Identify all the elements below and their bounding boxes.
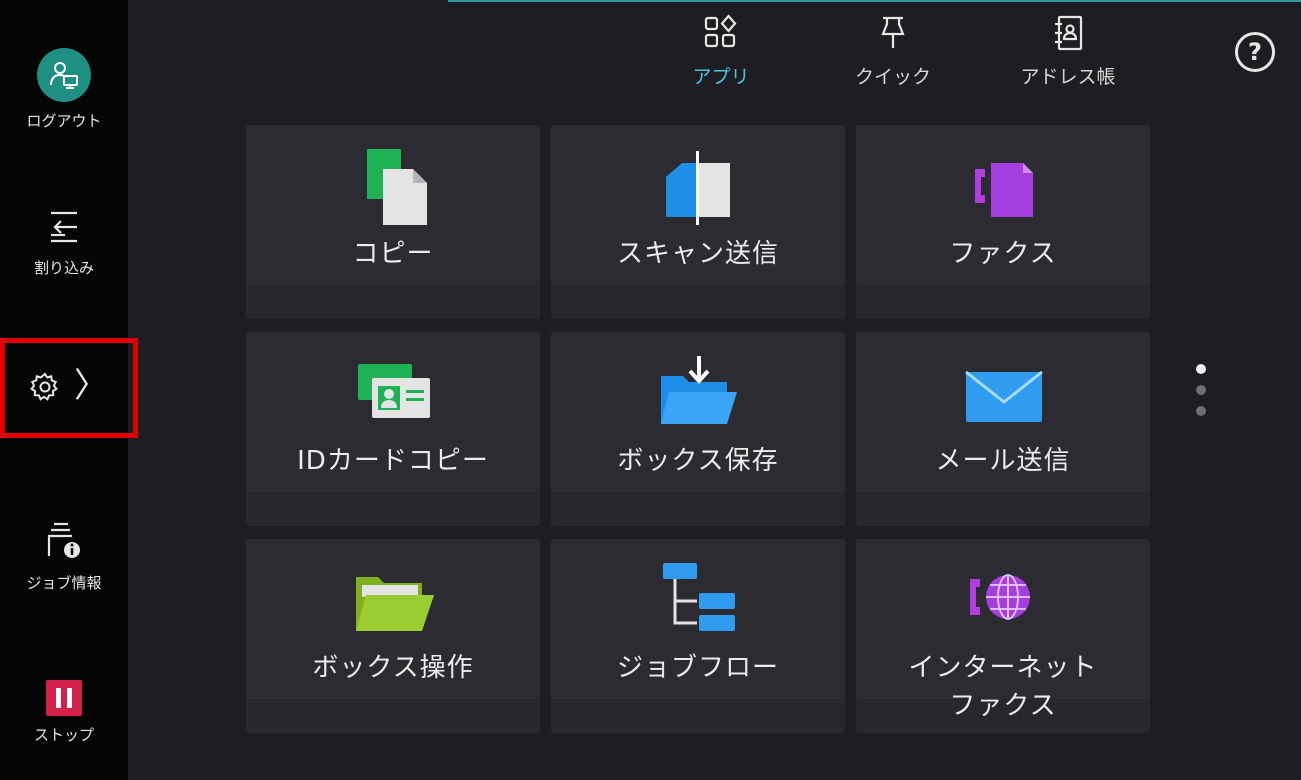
tile-box-save-label: ボックス保存 (617, 446, 779, 476)
tile-copy-label: コピー (352, 239, 434, 269)
copy-icon (246, 147, 540, 225)
tile-mail-send-label: メール送信 (935, 446, 1071, 476)
app-screen: ログアウト 割り込み 〉 ジョブ情報 ストップ アプリ クイック アドレス帳 ?… (0, 0, 1301, 780)
logout-button[interactable]: ログアウト (0, 48, 128, 131)
tile-internet-fax-label: インターネット ファクス (856, 649, 1150, 725)
tile-job-flow[interactable]: ジョブフロー (551, 539, 845, 733)
tile-id-card-copy-label: IDカードコピー (297, 446, 489, 476)
tile-id-card-copy[interactable]: IDカードコピー (246, 332, 540, 526)
mail-send-icon (856, 354, 1150, 422)
job-info-label: ジョブ情報 (26, 574, 102, 592)
tile-box-operation-label: ボックス操作 (312, 653, 474, 683)
internet-fax-icon (856, 561, 1150, 625)
user-monitor-icon (37, 48, 91, 102)
stop-button[interactable]: ストップ (0, 680, 128, 745)
tile-job-flow-label: ジョブフロー (616, 653, 779, 683)
gear-icon (30, 371, 60, 405)
tile-fax-label: ファクス (949, 239, 1057, 269)
page-indicator[interactable] (1196, 364, 1208, 420)
box-save-icon (551, 354, 845, 424)
tile-internet-fax-label-line1: インターネット (908, 653, 1098, 683)
id-card-copy-icon (246, 354, 540, 418)
sidebar: ログアウト 割り込み 〉 ジョブ情報 ストップ (0, 0, 138, 780)
interrupt-label: 割り込み (33, 259, 94, 277)
tile-scan-send[interactable]: スキャン送信 (551, 125, 845, 319)
job-info-icon (46, 520, 82, 564)
tab-address-book[interactable]: アドレス帳 (1005, 14, 1131, 89)
fax-icon (856, 147, 1150, 217)
tab-quick-label: クイック (854, 66, 931, 88)
tile-fax[interactable]: ファクス (856, 125, 1150, 319)
tile-copy[interactable]: コピー (246, 125, 540, 319)
scan-send-icon (551, 147, 845, 225)
help-button[interactable]: ? (1235, 32, 1275, 72)
tab-app[interactable]: アプリ (686, 14, 756, 89)
job-flow-icon (551, 561, 845, 631)
page-dot-active (1196, 364, 1206, 374)
stop-label: ストップ (33, 726, 94, 744)
chevron-right-icon: 〉 (74, 366, 108, 406)
box-operation-icon (246, 561, 540, 631)
help-icon: ? (1248, 38, 1262, 66)
tab-quick[interactable]: クイック (843, 14, 943, 89)
interrupt-button[interactable]: 割り込み (0, 205, 128, 278)
pause-icon (46, 680, 82, 716)
address-book-icon (1051, 14, 1085, 56)
tile-internet-fax-label-line2: ファクス (949, 691, 1057, 721)
pushpin-icon (876, 14, 910, 56)
tab-address-book-label: アドレス帳 (1020, 66, 1116, 88)
tile-internet-fax[interactable]: インターネット ファクス (856, 539, 1150, 733)
interrupt-icon (47, 205, 81, 249)
tile-box-save[interactable]: ボックス保存 (551, 332, 845, 526)
apps-grid-icon (702, 14, 740, 56)
tile-box-operation[interactable]: ボックス操作 (246, 539, 540, 733)
tab-app-label: アプリ (692, 66, 750, 88)
tile-mail-send[interactable]: メール送信 (856, 332, 1150, 526)
settings-button[interactable]: 〉 (0, 338, 138, 438)
top-accent-line (448, 0, 1301, 2)
page-dot (1196, 385, 1206, 395)
tile-scan-send-label: スキャン送信 (616, 239, 779, 269)
app-grid: コピー スキャン送信 ファクス IDカードコピー ボックス保存 メール送信 ボッ… (246, 125, 1150, 736)
page-dot (1196, 406, 1206, 416)
logout-label: ログアウト (26, 112, 102, 130)
job-info-button[interactable]: ジョブ情報 (0, 520, 128, 593)
